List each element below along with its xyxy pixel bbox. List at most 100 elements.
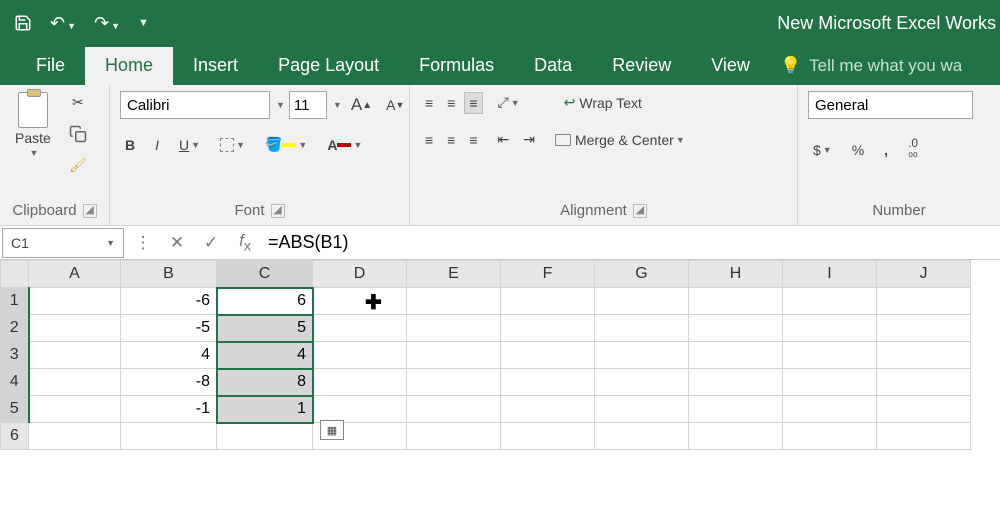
select-all-corner[interactable] <box>1 261 29 288</box>
align-left-button[interactable]: ≡ <box>420 129 438 151</box>
decrease-font-button[interactable]: A▼ <box>381 94 409 116</box>
font-size-combo[interactable] <box>289 91 327 119</box>
copy-button[interactable] <box>64 122 92 146</box>
cell-D4[interactable] <box>313 369 407 396</box>
cell-E3[interactable] <box>407 342 501 369</box>
row-header-5[interactable]: 5 <box>1 396 29 423</box>
cell-C4[interactable]: 8 <box>217 369 313 396</box>
orientation-button[interactable]: ⤢▼ <box>493 91 525 114</box>
cell-H4[interactable] <box>689 369 783 396</box>
redo-icon[interactable]: ↷▼ <box>94 13 120 34</box>
row-header-4[interactable]: 4 <box>1 369 29 396</box>
increase-decimal-button[interactable]: .0⁰⁰ <box>903 133 923 167</box>
cell-G1[interactable] <box>595 288 689 315</box>
cell-C3[interactable]: 4 <box>217 342 313 369</box>
cell-F4[interactable] <box>501 369 595 396</box>
wrap-text-button[interactable]: ↩ Wrap Text <box>559 91 647 114</box>
tab-view[interactable]: View <box>691 47 770 85</box>
autofill-options-button[interactable]: ▦ <box>320 420 344 440</box>
align-center-button[interactable]: ≡ <box>442 129 460 151</box>
align-bottom-button[interactable]: ≡ <box>464 92 482 114</box>
cell-J5[interactable] <box>877 396 971 423</box>
percent-format-button[interactable]: % <box>847 139 869 161</box>
cell-G2[interactable] <box>595 315 689 342</box>
align-middle-button[interactable]: ≡ <box>442 92 460 114</box>
cell-H6[interactable] <box>689 423 783 450</box>
font-launcher[interactable]: ◢ <box>271 204 285 218</box>
fill-color-button[interactable]: 🪣▼ <box>260 133 312 156</box>
cell-J3[interactable] <box>877 342 971 369</box>
tab-file[interactable]: File <box>16 47 85 85</box>
tell-me-search[interactable]: 💡 Tell me what you wa <box>780 56 962 85</box>
col-header-F[interactable]: F <box>501 261 595 288</box>
chevron-down-icon[interactable]: ▼ <box>333 100 342 110</box>
cell-J2[interactable] <box>877 315 971 342</box>
tab-insert[interactable]: Insert <box>173 47 258 85</box>
alignment-launcher[interactable]: ◢ <box>633 204 647 218</box>
cell-F1[interactable] <box>501 288 595 315</box>
format-painter-button[interactable]: 🖌 <box>64 154 92 177</box>
cell-B4[interactable]: -8 <box>121 369 217 396</box>
cell-A1[interactable] <box>29 288 121 315</box>
cell-A6[interactable] <box>29 423 121 450</box>
spreadsheet-grid[interactable]: A B C D E F G H I J 1 -6 6 2 -5 5 3 4 4 … <box>0 260 1000 450</box>
font-name-combo[interactable] <box>120 91 270 119</box>
row-header-6[interactable]: 6 <box>1 423 29 450</box>
cut-button[interactable]: ✂ <box>64 91 92 114</box>
cell-H3[interactable] <box>689 342 783 369</box>
tab-page-layout[interactable]: Page Layout <box>258 47 399 85</box>
fx-button[interactable]: fx <box>228 231 262 254</box>
cell-G5[interactable] <box>595 396 689 423</box>
col-header-I[interactable]: I <box>783 261 877 288</box>
cell-B1[interactable]: -6 <box>121 288 217 315</box>
merge-center-button[interactable]: Merge & Center ▼ <box>550 129 690 151</box>
name-box[interactable]: C1 ▼ <box>2 228 124 258</box>
col-header-E[interactable]: E <box>407 261 501 288</box>
cell-E5[interactable] <box>407 396 501 423</box>
clipboard-launcher[interactable]: ◢ <box>83 204 97 218</box>
chevron-down-icon[interactable]: ▼ <box>106 238 115 248</box>
cell-D5[interactable] <box>313 396 407 423</box>
col-header-G[interactable]: G <box>595 261 689 288</box>
cell-A2[interactable] <box>29 315 121 342</box>
save-icon[interactable] <box>14 14 32 32</box>
row-header-2[interactable]: 2 <box>1 315 29 342</box>
cell-C6[interactable] <box>217 423 313 450</box>
align-top-button[interactable]: ≡ <box>420 92 438 114</box>
cell-F3[interactable] <box>501 342 595 369</box>
tab-data[interactable]: Data <box>514 47 592 85</box>
col-header-H[interactable]: H <box>689 261 783 288</box>
undo-icon[interactable]: ↶▼ <box>50 13 76 34</box>
cell-I1[interactable] <box>783 288 877 315</box>
cell-J6[interactable] <box>877 423 971 450</box>
font-color-button[interactable]: A▼ <box>322 134 367 156</box>
row-header-1[interactable]: 1 <box>1 288 29 315</box>
paste-button[interactable]: Paste ▼ <box>10 91 56 159</box>
tab-home[interactable]: Home <box>85 47 173 85</box>
cell-D3[interactable] <box>313 342 407 369</box>
increase-font-button[interactable]: A▲ <box>346 92 377 118</box>
chevron-down-icon[interactable]: ▼ <box>276 100 285 110</box>
col-header-A[interactable]: A <box>29 261 121 288</box>
align-right-button[interactable]: ≡ <box>464 129 482 151</box>
cell-C1[interactable]: 6 <box>217 288 313 315</box>
cell-E2[interactable] <box>407 315 501 342</box>
cell-A4[interactable] <box>29 369 121 396</box>
cell-E1[interactable] <box>407 288 501 315</box>
cell-B3[interactable]: 4 <box>121 342 217 369</box>
bold-button[interactable]: B <box>120 134 140 156</box>
cell-I6[interactable] <box>783 423 877 450</box>
cell-I2[interactable] <box>783 315 877 342</box>
cell-F2[interactable] <box>501 315 595 342</box>
enter-formula-button[interactable]: ✓ <box>194 233 228 253</box>
row-header-3[interactable]: 3 <box>1 342 29 369</box>
cell-C2[interactable]: 5 <box>217 315 313 342</box>
increase-indent-button[interactable]: ⇥ <box>518 128 540 151</box>
cell-C5[interactable]: 1 <box>217 396 313 423</box>
italic-button[interactable]: I <box>150 134 164 156</box>
cell-J4[interactable] <box>877 369 971 396</box>
qat-customize-icon[interactable]: ▼ <box>138 17 149 29</box>
decrease-indent-button[interactable]: ⇤ <box>493 128 515 151</box>
col-header-J[interactable]: J <box>877 261 971 288</box>
cell-F6[interactable] <box>501 423 595 450</box>
